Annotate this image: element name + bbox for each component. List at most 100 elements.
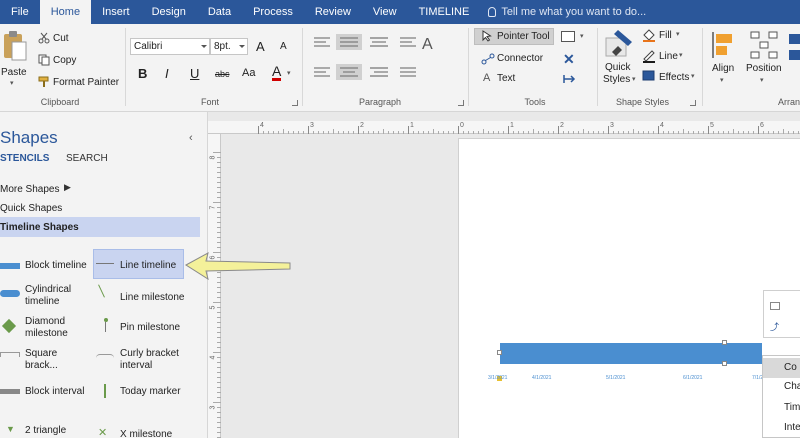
align-dropdown-icon[interactable]: ▾ <box>720 76 724 84</box>
shape-block-interval[interactable]: Block interval <box>25 386 84 398</box>
tab-data[interactable]: Data <box>197 0 242 24</box>
ruler-minor-tick <box>213 202 221 203</box>
position-button[interactable]: Position <box>746 63 782 74</box>
font-color-button[interactable]: A <box>272 64 282 81</box>
ruler-minor-tick <box>548 131 549 134</box>
ruler-minor-tick <box>217 417 221 418</box>
paragraph-dialog-launcher-icon[interactable] <box>458 100 464 106</box>
shape-label: 2 triangle <box>25 425 67 436</box>
copy-button[interactable]: Copy <box>53 55 76 66</box>
shrink-font-button[interactable]: A <box>280 41 287 52</box>
fill-bucket-icon <box>643 29 655 42</box>
more-shapes-item[interactable]: More Shapes <box>0 184 59 195</box>
shape-block-timeline[interactable]: Block timeline <box>25 260 87 272</box>
font-size-select[interactable]: 8pt. <box>210 38 248 55</box>
position-dropdown-icon[interactable]: ▾ <box>760 76 764 84</box>
context-menu-item[interactable]: Co <box>784 362 797 373</box>
quick-styles-dropdown-icon[interactable]: ▾ <box>632 75 636 83</box>
context-menu-item[interactable]: Inte <box>784 422 800 433</box>
cut-button[interactable]: Cut <box>53 33 69 44</box>
font-family-select[interactable]: Calibri <box>130 38 210 55</box>
ruler-minor-tick <box>768 131 769 134</box>
tab-file[interactable]: File <box>0 0 40 24</box>
shape-line-timeline[interactable]: Line timeline <box>120 260 176 272</box>
context-menu-item[interactable]: Tim <box>784 402 800 413</box>
tab-design[interactable]: Design <box>141 0 197 24</box>
change-case-button[interactable]: Aa <box>242 67 255 79</box>
selection-handle[interactable] <box>497 350 502 355</box>
ruler-minor-tick <box>298 131 299 134</box>
mini-toolbar[interactable]: ⤴ <box>763 290 800 338</box>
tab-process[interactable]: Process <box>242 0 304 24</box>
ruler-minor-tick <box>413 131 414 134</box>
shape-line-milestone[interactable]: Line milestone <box>120 292 184 304</box>
shape-x-milestone[interactable]: X milestone <box>120 429 172 438</box>
tab-search[interactable]: SEARCH <box>66 153 108 164</box>
ruler-minor-tick <box>217 407 221 408</box>
shape-today-marker[interactable]: Today marker <box>120 386 181 398</box>
shape-cylindrical-timeline[interactable]: Cylindrical timeline <box>25 284 71 308</box>
tab-stencils[interactable]: STENCILS <box>0 153 49 164</box>
connector-mini-icon[interactable]: ⤴ <box>770 320 779 333</box>
drawing-page[interactable] <box>458 138 800 438</box>
shape-curly-bracket-interval[interactable]: Curly bracket interval <box>120 348 179 372</box>
text-tool-button[interactable]: Text <box>497 73 515 84</box>
font-dialog-launcher-icon[interactable] <box>292 100 298 106</box>
connector-button[interactable]: Connector <box>497 53 543 64</box>
selection-handle[interactable] <box>722 340 727 345</box>
paragraph-align-icons[interactable]: A <box>312 34 442 94</box>
position-icon[interactable] <box>749 30 779 60</box>
ruler-minor-tick <box>753 131 754 134</box>
tell-me-box[interactable]: Tell me what you want to do... <box>480 0 646 24</box>
bold-button[interactable]: B <box>138 66 147 81</box>
tab-review[interactable]: Review <box>304 0 362 24</box>
context-menu-item[interactable]: Cha <box>784 381 800 392</box>
ruler-minor-tick <box>217 282 221 283</box>
selection-handle[interactable] <box>722 361 727 366</box>
paste-dropdown-icon[interactable]: ▾ <box>10 79 14 87</box>
timeline-date: 6/1/2021 <box>683 375 703 381</box>
shape-2-triangle[interactable]: 2 triangle <box>25 425 66 437</box>
tab-view[interactable]: View <box>362 0 408 24</box>
underline-button[interactable]: U <box>190 66 199 81</box>
ruler-minor-tick <box>217 332 221 333</box>
italic-button[interactable]: I <box>165 66 169 81</box>
rectangle-dropdown-icon[interactable]: ▾ <box>580 32 584 40</box>
shape-pin-milestone[interactable]: Pin milestone <box>120 322 180 334</box>
shape-square-bracket[interactable]: Square brack... <box>25 348 58 372</box>
style-icon[interactable] <box>770 302 780 310</box>
strikethrough-button[interactable]: abc <box>215 69 230 79</box>
paste-icon[interactable] <box>2 30 28 62</box>
fill-button[interactable]: Fill <box>659 30 672 41</box>
quick-styles-icon[interactable] <box>604 28 636 62</box>
line-dropdown-icon[interactable]: ▾ <box>679 51 683 59</box>
font-color-dropdown-icon[interactable]: ▾ <box>287 69 291 77</box>
rectangle-tool-icon[interactable] <box>561 31 575 42</box>
line-button[interactable]: Line <box>659 51 678 62</box>
ruler-minor-tick <box>213 152 221 153</box>
connection-point-icon[interactable] <box>562 73 576 85</box>
ruler-minor-tick <box>263 131 264 134</box>
align-button[interactable]: Align <box>712 63 734 74</box>
bring-forward-icon[interactable] <box>787 32 800 62</box>
tab-home[interactable]: Home <box>39 0 92 24</box>
shape-label: Square <box>25 348 58 359</box>
quick-shapes-item[interactable]: Quick Shapes <box>0 203 62 214</box>
paste-button[interactable]: Paste <box>1 67 27 78</box>
grow-font-button[interactable]: A <box>256 39 265 54</box>
effects-icon <box>642 70 655 81</box>
effects-dropdown-icon[interactable]: ▾ <box>691 72 695 80</box>
tab-insert[interactable]: Insert <box>91 0 141 24</box>
align-icon[interactable] <box>710 30 738 60</box>
shape-styles-launcher-icon[interactable] <box>690 100 696 106</box>
fill-dropdown-icon[interactable]: ▾ <box>676 30 680 38</box>
effects-button[interactable]: Effects <box>659 72 689 83</box>
ruler-minor-tick <box>468 131 469 134</box>
timeline-shapes-item[interactable]: Timeline Shapes <box>0 222 79 233</box>
close-x-icon[interactable]: ✕ <box>563 51 575 68</box>
ruler-minor-tick <box>588 131 589 134</box>
tab-timeline[interactable]: TIMELINE <box>408 0 481 24</box>
collapse-pane-icon[interactable]: ‹ <box>189 132 193 144</box>
format-painter-button[interactable]: Format Painter <box>53 77 119 88</box>
shape-diamond-milestone[interactable]: Diamond milestone <box>25 316 68 340</box>
